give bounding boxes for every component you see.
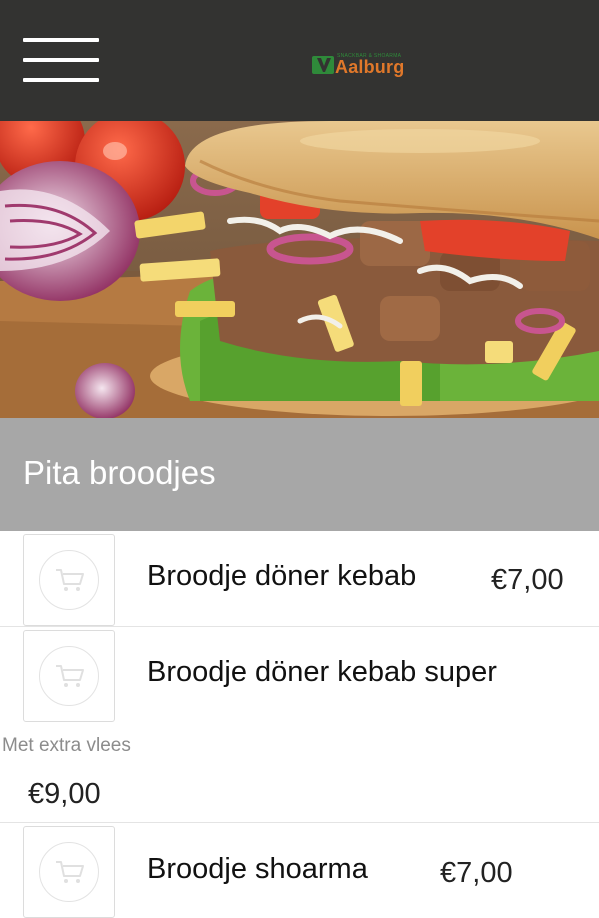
shopping-cart-icon [56, 665, 84, 687]
add-to-cart-button[interactable] [23, 630, 115, 722]
shopping-cart-icon [56, 569, 84, 591]
product-name: Broodje döner kebab [147, 560, 417, 592]
menu-line [23, 78, 99, 82]
cart-circle [39, 550, 99, 610]
logo-text: Aalburg [335, 57, 405, 77]
app-header: SNACKBAR & SHOARMA Aalburg [0, 0, 599, 121]
product-item: Broodje shoarma €7,00 [0, 823, 599, 918]
category-header: Pita broodjes [0, 418, 599, 531]
menu-line [23, 38, 99, 42]
product-description: Met extra vlees [2, 735, 131, 756]
shopping-cart-icon [56, 861, 84, 883]
cart-circle [39, 842, 99, 902]
logo-mark-icon [312, 56, 334, 74]
category-title: Pita broodjes [23, 454, 216, 491]
product-price: €7,00 [440, 857, 513, 889]
logo[interactable]: SNACKBAR & SHOARMA Aalburg [309, 50, 419, 84]
product-name: Broodje döner kebab super [147, 656, 497, 688]
product-name: Broodje shoarma [147, 853, 368, 885]
product-item: Broodje döner kebab super Met extra vlee… [0, 627, 599, 823]
hero-image [0, 121, 599, 418]
product-item: Broodje döner kebab €7,00 [0, 531, 599, 627]
hamburger-menu-icon[interactable] [23, 38, 99, 84]
product-price: €9,00 [28, 778, 101, 810]
add-to-cart-button[interactable] [23, 826, 115, 918]
product-price: €7,00 [491, 564, 564, 596]
cart-circle [39, 646, 99, 706]
add-to-cart-button[interactable] [23, 534, 115, 626]
menu-line [23, 58, 99, 62]
